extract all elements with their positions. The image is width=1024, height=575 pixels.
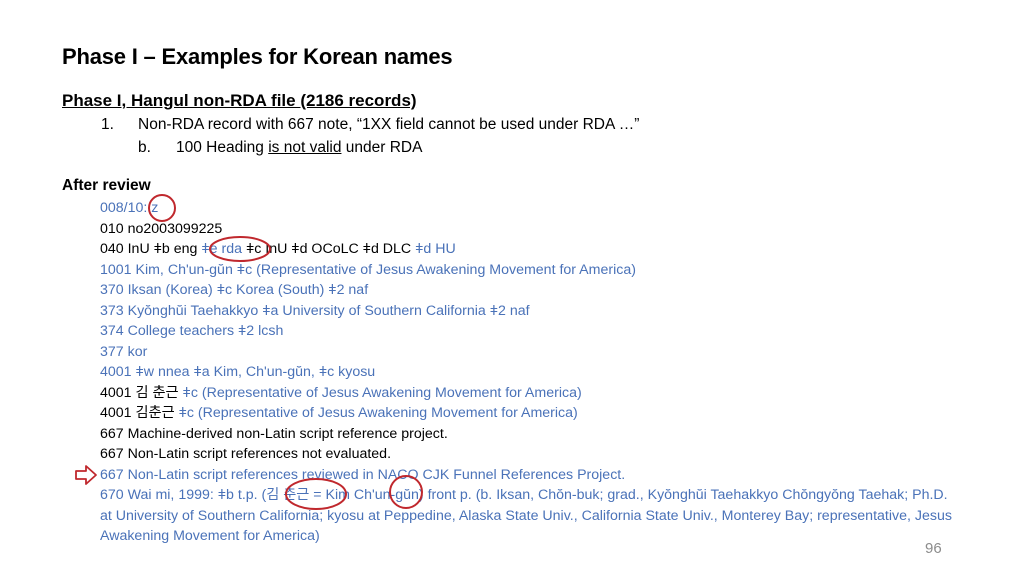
record-line-370: 370 Iksan (Korea) ǂc Korea (South) ǂ2 na…	[100, 282, 369, 298]
record-line-400-a: 4001 ǂw nnea ǂa Kim, Ch'un-gŭn, ǂc kyosu	[100, 364, 376, 380]
record-400-c-qualifier: ǂc (Representative of Jesus Awakening Mo…	[178, 405, 578, 421]
record-line-667-a: 667 Machine-derived non-Latin script ref…	[100, 425, 448, 442]
slide-title: Phase I – Examples for Korean names	[62, 44, 453, 69]
slide-subtitle: Phase I, Hangul non-RDA file (2186 recor…	[62, 91, 417, 110]
record-400-b-qualifier: ǂc (Representative of Jesus Awakening Mo…	[182, 384, 582, 401]
marc-record: 008/10: z 010 no2003099225 040 InU ǂb en…	[100, 198, 960, 547]
record-line-377: 377 kor	[100, 343, 148, 360]
record-040-part-d: ǂd HU	[415, 241, 456, 257]
record-line-010: 010 no2003099225	[100, 220, 223, 237]
record-line-008: 008/10: z	[100, 200, 159, 216]
list-item-1b-underlined: is not valid	[268, 139, 342, 156]
record-400-c-hangul: 4001 김춘근	[100, 405, 179, 421]
record-040-part-a: 040 InU ǂb eng	[100, 241, 202, 257]
list-item-1-number: 1.	[101, 116, 114, 133]
record-040-part-rda: ǂe rda	[201, 241, 246, 257]
list-item-1-text: Non-RDA record with 667 note, “1XX field…	[138, 116, 640, 133]
list-item-1b: b. 100 Heading is not valid under RDA	[138, 139, 422, 157]
record-line-400-b: 4001 김 춘근 ǂc (Representative of Jesus Aw…	[100, 383, 960, 404]
record-line-100: 1001 Kim, Ch'un-gŭn ǂc (Representative o…	[100, 261, 636, 278]
after-review-heading: After review	[62, 177, 151, 194]
record-400-b-hangul: 4001 김 춘근	[100, 384, 183, 401]
page-number: 96	[925, 540, 942, 557]
record-line-374: 374 College teachers ǂ2 lcsh	[100, 323, 284, 339]
list-item-1b-post: under RDA	[341, 139, 423, 156]
annotation-arrow-icon	[75, 465, 97, 485]
list-item-1b-letter: b.	[138, 139, 151, 156]
record-line-373: 373 Kyŏnghŭi Taehakkyo ǂa University of …	[100, 302, 530, 319]
record-040-part-c: ǂc InU ǂd OCoLC ǂd DLC	[245, 241, 416, 257]
record-line-667-b: 667 Non-Latin script references not eval…	[100, 446, 392, 462]
list-item-1b-pre: 100 Heading	[176, 139, 269, 156]
list-item-1: 1. Non-RDA record with 667 note, “1XX fie…	[101, 116, 639, 134]
record-line-670: 670 Wai mi, 1999: ǂb t.p. (김 춘근 = Kim Ch…	[100, 487, 952, 544]
record-line-040: 040 InU ǂb eng ǂe rda ǂc InU ǂd OCoLC ǂd…	[100, 239, 960, 260]
record-line-667-c: 667 Non-Latin script references reviewed…	[100, 466, 626, 483]
record-line-400-c: 4001 김춘근 ǂc (Representative of Jesus Awa…	[100, 403, 960, 424]
